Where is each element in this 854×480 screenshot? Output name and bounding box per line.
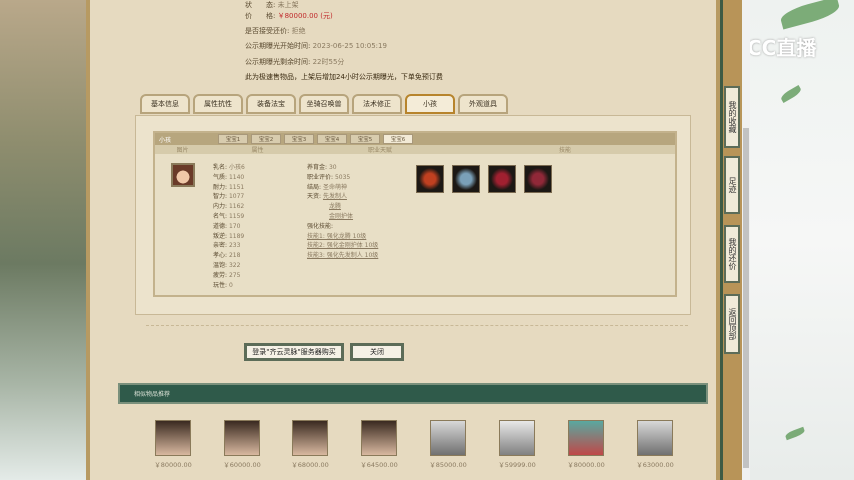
child-panel: 小孩 宝宝1 宝宝2 宝宝3 宝宝4 宝宝5 宝宝6 图片 属性 职业天赋 技能… (153, 131, 677, 297)
tab-mounts-pets[interactable]: 坐骑召唤兽 (299, 94, 349, 114)
subtab-baby2[interactable]: 宝宝2 (251, 134, 281, 144)
counteroffer-row: 是否接受还价: 拒绝 (245, 27, 306, 35)
subtab-baby1[interactable]: 宝宝1 (218, 134, 248, 144)
exposure-start-row: 公示期曝光开始时间: 2023-06-25 10:05:19 (245, 42, 387, 50)
talent-link[interactable]: 龙腾 (329, 203, 341, 210)
price-row: 价 格: ￥80000.00 (元) (245, 12, 333, 20)
tab-attributes[interactable]: 属性抗性 (193, 94, 243, 114)
subtab-baby6[interactable]: 宝宝6 (383, 134, 413, 144)
recommend-item[interactable]: ￥63000.00 (630, 420, 680, 469)
tab-equipment[interactable]: 装备法宝 (246, 94, 296, 114)
back-to-top-button[interactable]: 返回顶部 (724, 294, 740, 354)
recommend-item[interactable]: ￥80000.00 (148, 420, 198, 469)
skill-icon[interactable] (488, 165, 516, 193)
child-avatar (171, 163, 195, 187)
footprint-button[interactable]: 足迹 (724, 156, 740, 214)
tab-child[interactable]: 小孩 (405, 94, 455, 114)
recommend-item[interactable]: ￥68000.00 (285, 420, 335, 469)
child-header: 小孩 宝宝1 宝宝2 宝宝3 宝宝4 宝宝5 宝宝6 (155, 133, 675, 145)
skill-link[interactable]: 技能3: 强化先发制人 10级 (307, 252, 378, 259)
background-left (0, 0, 86, 480)
status-row: 状 态: 未上架 (245, 1, 299, 9)
recommend-item[interactable]: ￥60000.00 (217, 420, 267, 469)
divider (146, 325, 688, 326)
tab-spell-mods[interactable]: 法术修正 (352, 94, 402, 114)
scrollbar[interactable] (742, 0, 750, 480)
scrollbar-thumb[interactable] (743, 128, 749, 468)
tab-basic-info[interactable]: 基本信息 (140, 94, 190, 114)
skill-icon[interactable] (524, 165, 552, 193)
skill-icon[interactable] (452, 165, 480, 193)
exposure-remain-row: 公示期曝光剩余时间: 22时55分 (245, 58, 345, 66)
subtab-baby5[interactable]: 宝宝5 (350, 134, 380, 144)
recommend-item[interactable]: ￥64500.00 (354, 420, 404, 469)
child-attributes: 乳名: 小孩6 气质: 1140 耐力: 1151 智力: 1077 内力: 1… (213, 164, 245, 289)
recommend-item[interactable]: ￥80000.00 (561, 420, 611, 469)
skill-link[interactable]: 技能1: 强化龙腾 10级 (307, 233, 366, 240)
recommend-header: 相似物品推荐 (118, 383, 708, 404)
subtab-baby3[interactable]: 宝宝3 (284, 134, 314, 144)
subtab-baby4[interactable]: 宝宝4 (317, 134, 347, 144)
column-headers: 图片 属性 职业天赋 技能 (155, 145, 675, 154)
child-talents: 养育金: 30 职业评价: 5035 结局: 圣命萌神 天资: 先发制人 龙腾 … (307, 164, 379, 260)
tab-appearance[interactable]: 外观道具 (458, 94, 508, 114)
talent-link[interactable]: 金刚护体 (329, 213, 353, 220)
background-right: CC直播 (718, 0, 854, 480)
skill-icon[interactable] (416, 165, 444, 193)
my-counteroffers-button[interactable]: 我的还价 (724, 225, 740, 283)
detail-tabs: 基本信息 属性抗性 装备法宝 坐骑召唤兽 法术修正 小孩 外观道具 (140, 94, 508, 114)
recommend-item[interactable]: ￥85000.00 (423, 420, 473, 469)
my-favorites-button[interactable]: 我的收藏 (724, 86, 740, 148)
talent-link[interactable]: 先发制人 (323, 193, 347, 200)
skill-link[interactable]: 技能2: 强化金刚护体 10级 (307, 242, 378, 249)
recommend-item[interactable]: ￥59999.00 (492, 420, 542, 469)
close-button[interactable]: 关闭 (350, 343, 404, 361)
fast-sale-notice: 此为极速售物品，上架后增加24小时公示期曝光，下单免预订费 (245, 73, 443, 81)
login-server-buy-button[interactable]: 登录"齐云灵脉"服务器购买 (244, 343, 344, 361)
